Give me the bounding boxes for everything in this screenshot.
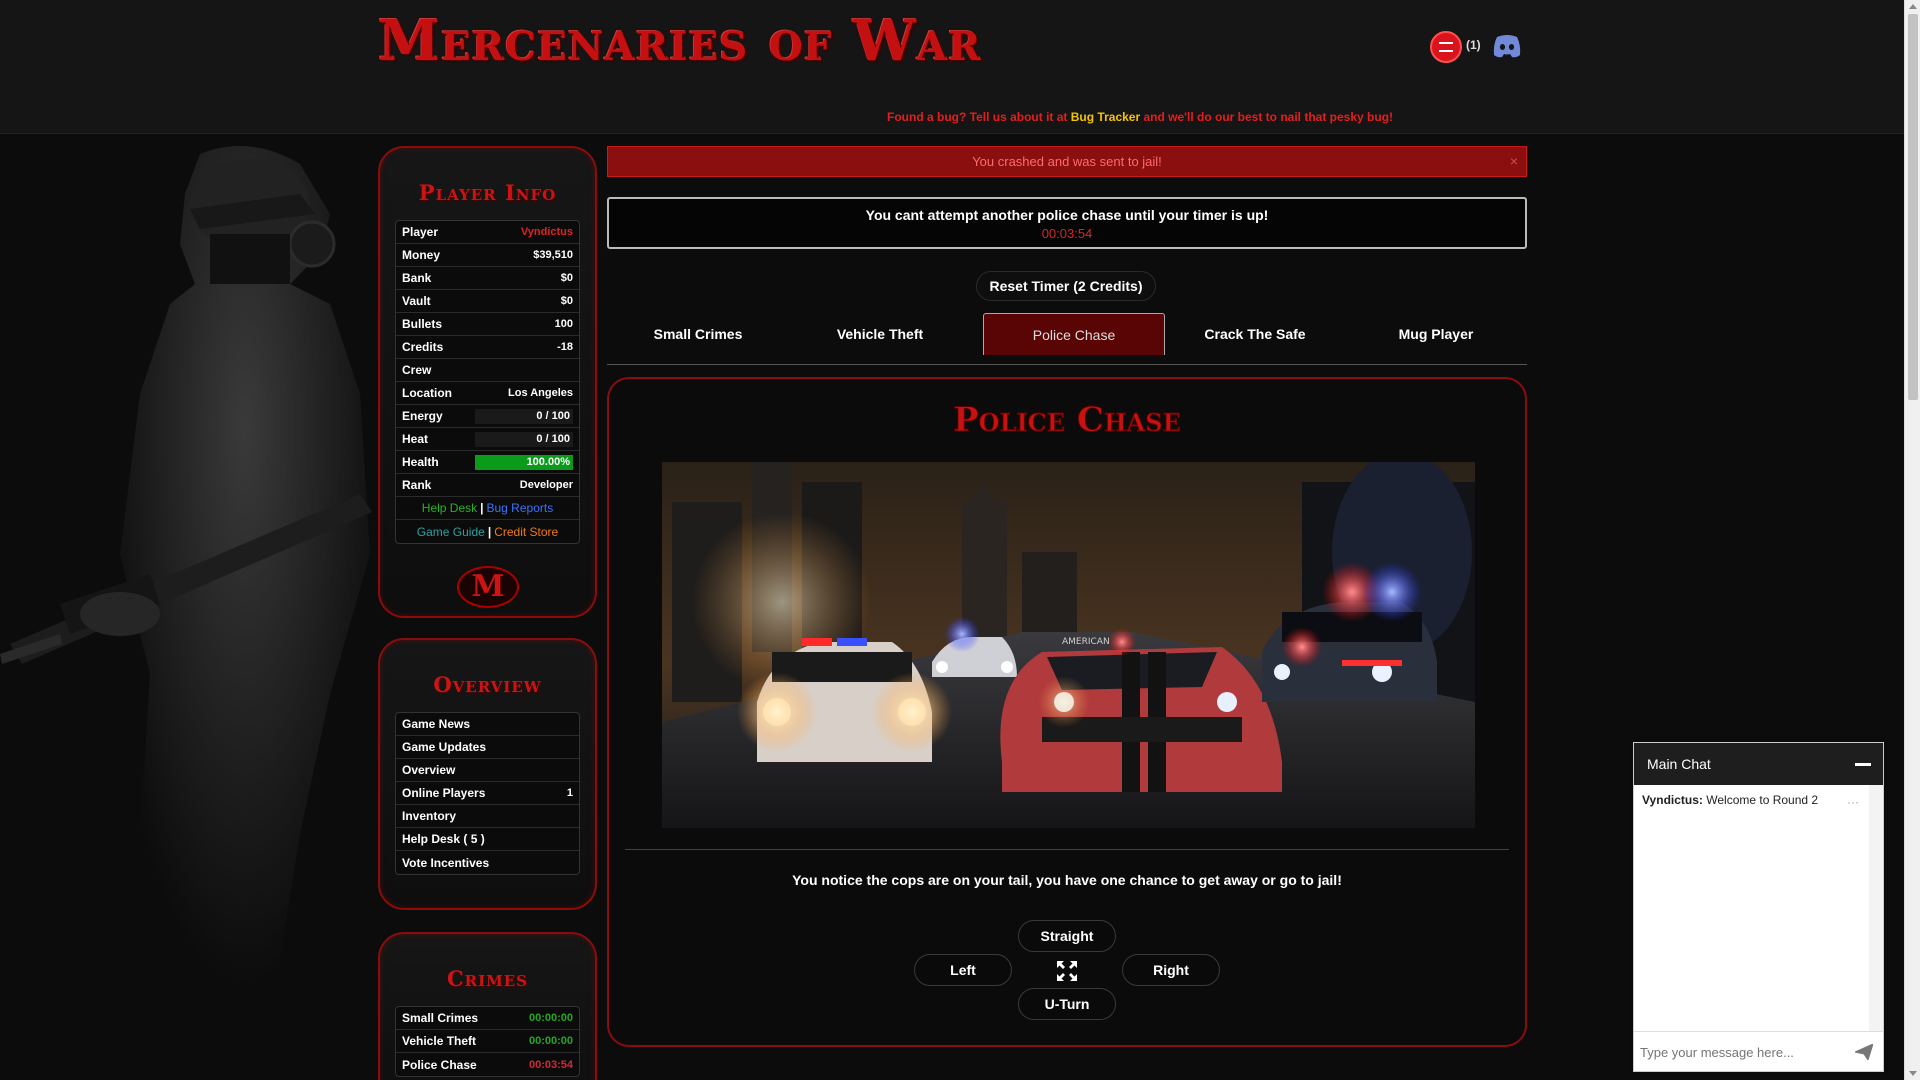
bank-row: Bank $0 [396,267,579,290]
scroll-up-arrow[interactable] [1909,4,1917,9]
content-divider [625,849,1509,850]
rank-row: Rank Developer [396,474,579,497]
crime-vehicle-theft[interactable]: Vehicle Theft 00:00:00 [396,1030,579,1053]
crew-row: Crew [396,359,579,382]
crime-tabs: Small Crimes Vehicle Theft Police Chase … [607,313,1527,365]
credits-row: Credits -18 [396,336,579,359]
tab-police-chase[interactable]: Police Chase [983,313,1165,355]
chase-description: You notice the cops are on your tail, yo… [792,872,1342,888]
page-scrollbar[interactable] [1904,0,1920,1080]
help-links-row: Help Desk | Bug Reports [396,497,579,520]
tab-mug-player[interactable]: Mug Player [1345,313,1527,355]
nav-vote-incentives[interactable]: Vote Incentives [396,851,579,874]
crime-small-crimes[interactable]: Small Crimes 00:00:00 [396,1007,579,1030]
chat-message: Vyndictus: Welcome to Round 2 [1642,793,1861,807]
cooldown-message: You cant attempt another police chase un… [865,207,1269,223]
player-row: Player Vyndictus [396,221,579,244]
tab-small-crimes[interactable]: Small Crimes [607,313,789,355]
soldier-background-image [0,134,380,1080]
m-emblem-logo: M [457,566,519,608]
cooldown-box: You cant attempt another police chase un… [607,197,1527,249]
police-chase-title: Police Chase [953,400,1182,441]
tab-vehicle-theft[interactable]: Vehicle Theft [789,313,971,355]
expand-arrows-icon [1057,961,1077,981]
jail-alert: You crashed and was sent to jail! × [607,146,1527,177]
tab-crack-the-safe[interactable]: Crack The Safe [1164,313,1346,355]
credit-store-link[interactable]: Credit Store [494,525,558,539]
nav-help-desk[interactable]: Help Desk ( 5 ) [396,828,579,851]
police-chase-panel: Police Chase AMERICAN You notice the cop… [607,377,1527,1047]
game-logo[interactable]: Mercenaries of War [378,8,982,78]
more-options-icon[interactable]: ··· [1847,795,1859,809]
vault-row: Vault $0 [396,290,579,313]
player-info-panel: Player Info Player Vyndictus Money $39,510… [378,146,597,618]
left-button[interactable]: Left [914,954,1012,986]
chat-header[interactable]: Main Chat [1634,743,1883,785]
scrollbar-thumb[interactable] [1908,14,1918,400]
energy-row: Energy 0 / 100 [396,405,579,428]
reset-timer-button[interactable]: Reset Timer (2 Credits) [976,271,1156,301]
overview-panel: Overview Game News Game Updates Overview… [378,638,597,910]
game-guide-link[interactable]: Game Guide [417,525,485,539]
u-turn-button[interactable]: U-Turn [1018,988,1116,1020]
chat-messages: Vyndictus: Welcome to Round 2 ··· [1634,785,1869,1031]
chat-message-user: Vyndictus: [1642,793,1703,807]
money-row: Money $39,510 [396,244,579,267]
chat-input-row [1634,1031,1883,1071]
crime-police-chase[interactable]: Police Chase 00:03:54 [396,1053,579,1076]
bug-notice: Found a bug? Tell us about it at Bug Tra… [887,110,1394,124]
guide-links-row: Game Guide | Credit Store [416,524,559,539]
health-bar: 100.00% [475,454,573,470]
nav-overview[interactable]: Overview [396,759,579,782]
svg-text:AMERICAN: AMERICAN [1062,637,1110,647]
nav-inventory[interactable]: Inventory [396,805,579,828]
bug-tracker-link[interactable]: Bug Tracker [1071,110,1140,124]
overview-title: Overview [433,672,542,697]
chat-title: Main Chat [1647,756,1711,772]
chat-scrollbar[interactable] [1869,785,1883,1031]
overview-list: Game News Game Updates Overview Online P… [395,712,580,875]
main-chat-widget: Main Chat Vyndictus: Welcome to Round 2 … [1633,742,1884,1072]
bug-reports-link[interactable]: Bug Reports [487,501,554,515]
alert-message: You crashed and was sent to jail! [972,154,1162,169]
crimes-panel: Crimes Small Crimes 00:00:00 Vehicle Thef… [378,932,597,1080]
svg-text:Police Chase: Police Chase [953,400,1181,440]
straight-button[interactable]: Straight [1018,920,1116,952]
nav-online-players[interactable]: Online Players 1 [396,782,579,805]
chat-bubble-icon[interactable] [1430,31,1462,63]
player-info-title: Player Info [418,180,557,205]
cooldown-timer: 00:03:54 [1041,226,1093,241]
chat-message-text: Welcome to Round 2 [1702,793,1819,807]
bullets-row: Bullets 100 [396,313,579,336]
close-icon[interactable]: × [1510,147,1518,176]
nav-game-news[interactable]: Game News [396,713,579,736]
heat-bar: 0 / 100 [475,431,573,447]
crimes-list: Small Crimes 00:00:00 Vehicle Theft 00:00:… [395,1006,580,1077]
right-button[interactable]: Right [1122,954,1220,986]
crimes-title: Crimes [446,966,529,991]
police-chase-image: AMERICAN [662,462,1475,828]
nav-game-updates[interactable]: Game Updates [396,736,579,759]
location-row: Location Los Angeles [396,382,579,405]
top-header: Mercenaries of War (1) Found a bug? Tell… [0,0,1904,134]
chat-count-badge: (1) [1466,38,1481,52]
send-icon[interactable] [1855,1044,1873,1060]
discord-icon[interactable] [1492,33,1522,59]
minimize-icon[interactable] [1855,763,1871,766]
health-row: Health 100.00% [396,451,579,474]
energy-bar: 0 / 100 [475,408,573,424]
scroll-down-arrow[interactable] [1909,1071,1917,1076]
heat-row: Heat 0 / 100 [396,428,579,451]
player-info-list: Player Vyndictus Money $39,510 Bank $0 Vaul… [395,220,580,544]
help-desk-link[interactable]: Help Desk [422,501,477,515]
chat-message-input[interactable] [1640,1038,1840,1066]
